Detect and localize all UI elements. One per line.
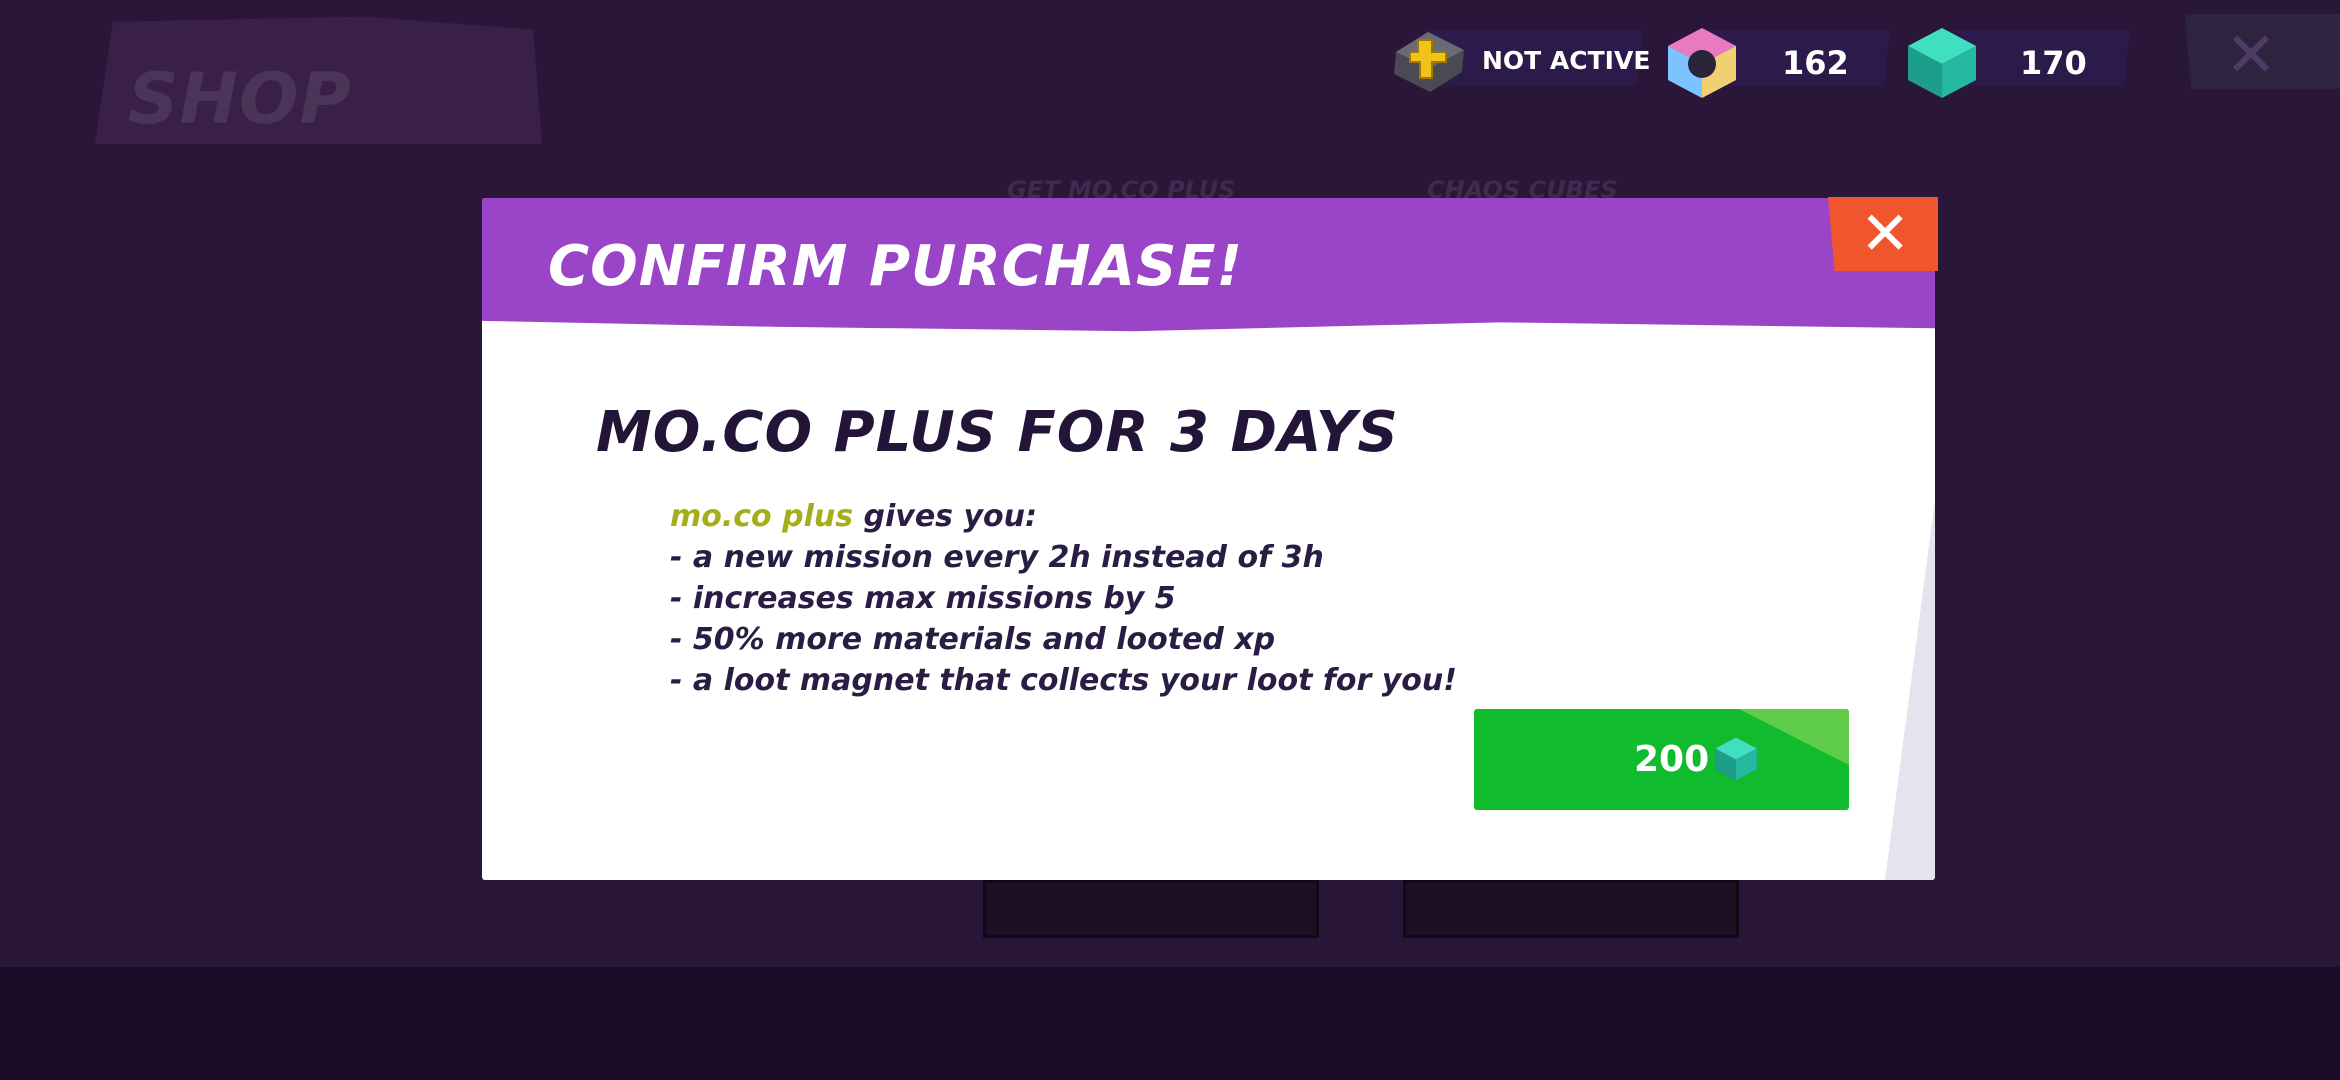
benefit-item: - a loot magnet that collects your loot … xyxy=(670,663,1457,698)
close-icon: ✕ xyxy=(1860,199,1911,269)
plus-key-icon xyxy=(1394,32,1464,92)
benefit-item: - 50% more materials and looted xp xyxy=(670,622,1276,657)
benefits-description: mo.co plus gives you: - a new mission ev… xyxy=(670,496,1457,701)
bg-card-moco-plus xyxy=(983,880,1319,938)
gems-count: 170 xyxy=(2020,44,2087,82)
shop-title: SHOP xyxy=(128,58,352,140)
moco-plus-highlight: mo.co plus xyxy=(670,499,854,534)
benefit-item: - increases max missions by 5 xyxy=(670,581,1176,616)
modal-shade xyxy=(1885,500,1935,880)
price-label: 200 xyxy=(1634,739,1710,780)
chaos-cubes-count: 162 xyxy=(1782,44,1849,82)
bg-card-chaos-cubes xyxy=(1403,880,1739,938)
background-floor xyxy=(0,967,2340,1080)
modal-title: CONFIRM PURCHASE! xyxy=(548,234,1244,299)
plus-status-text: NOT ACTIVE xyxy=(1482,46,1651,75)
offer-title: MO.CO PLUS FOR 3 DAYS xyxy=(596,400,1399,465)
benefits-intro-text: gives you: xyxy=(853,499,1038,534)
buy-button[interactable]: 200 xyxy=(1474,709,1849,810)
benefit-item: - a new mission every 2h instead of 3h xyxy=(670,540,1324,575)
benefits-intro: mo.co plus gives you: xyxy=(670,496,1457,537)
close-icon: ✕ xyxy=(2225,18,2277,91)
chaos-cube-icon xyxy=(1668,28,1736,98)
modal-close-button[interactable]: ✕ xyxy=(1828,197,1938,271)
gem-cube-icon xyxy=(1908,28,1976,98)
gem-cube-icon xyxy=(1715,737,1757,781)
shop-close-button[interactable]: ✕ xyxy=(2185,14,2340,89)
